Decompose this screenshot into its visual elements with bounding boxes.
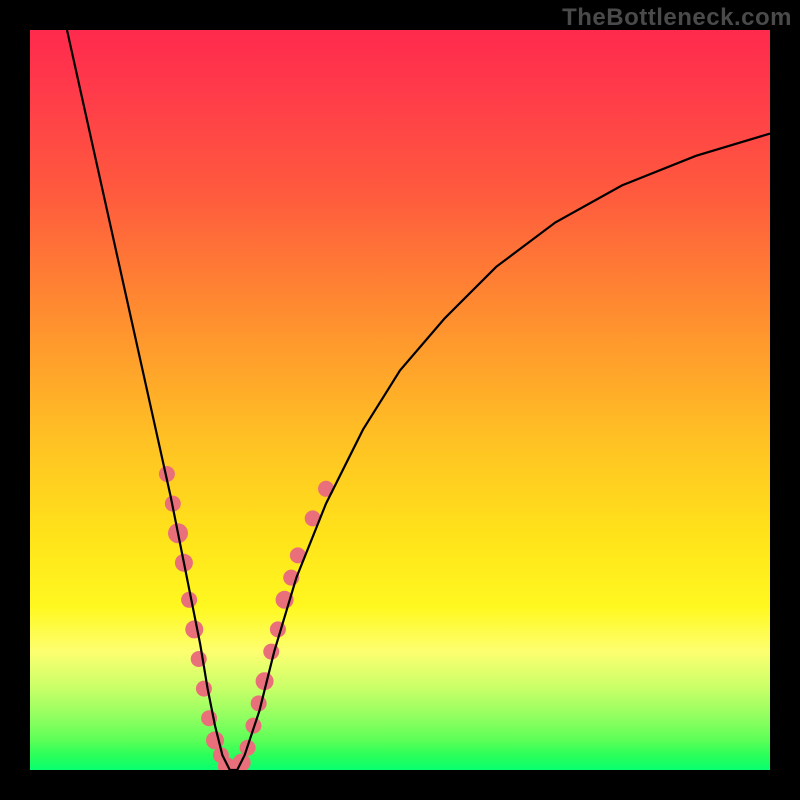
- marker-point: [251, 695, 267, 711]
- marker-point: [185, 620, 203, 638]
- chart-frame: TheBottleneck.com: [0, 0, 800, 800]
- chart-svg: [30, 30, 770, 770]
- watermark-text: TheBottleneck.com: [562, 4, 792, 32]
- bottleneck-curve: [67, 30, 770, 770]
- marker-layer: [159, 466, 334, 770]
- plot-area: [30, 30, 770, 770]
